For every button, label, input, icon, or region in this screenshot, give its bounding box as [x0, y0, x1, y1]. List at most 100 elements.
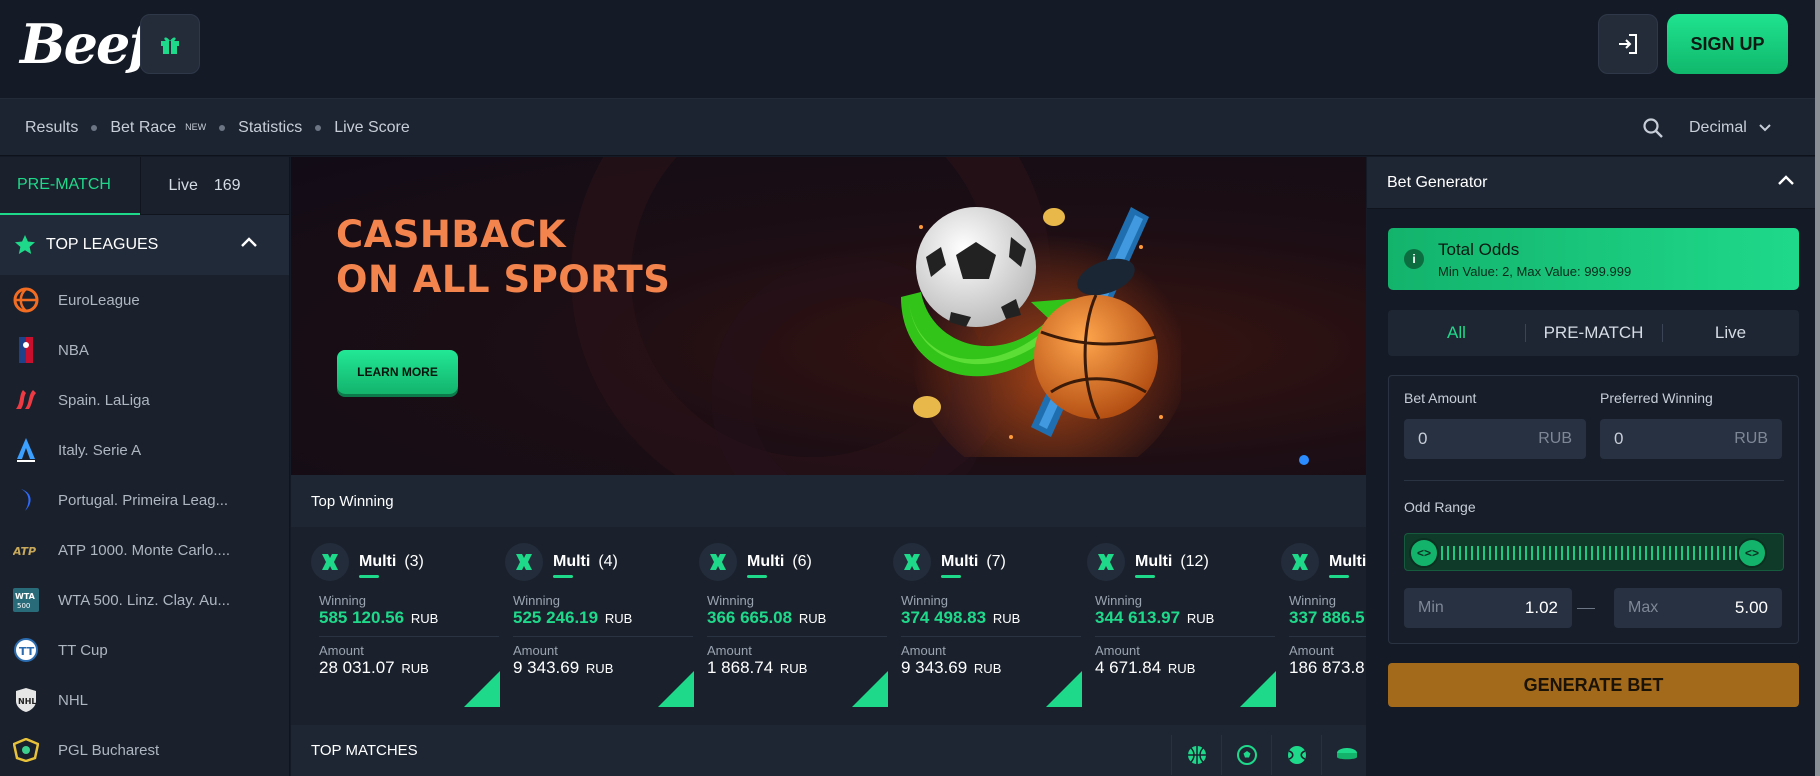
bet-generator-header[interactable]: Bet Generator	[1367, 157, 1820, 209]
chevron-up-icon	[240, 235, 258, 253]
top-leagues-header[interactable]: TOP LEAGUES	[0, 215, 289, 275]
serie-a-icon	[12, 436, 40, 464]
signup-button[interactable]: SIGN UP	[1667, 14, 1788, 74]
sport-filter-icons	[1171, 735, 1366, 775]
league-item[interactable]: Portugal. Primeira Leag...	[0, 475, 289, 525]
search-icon[interactable]	[1642, 117, 1664, 144]
league-name: WTA 500. Linz. Clay. Au...	[58, 591, 231, 609]
learn-more-button[interactable]: LEARN MORE	[337, 350, 458, 394]
winning-value: 344 613.97 RUB	[1095, 608, 1281, 628]
top-winning-cards: Multi (3) Winning 585 120.56 RUB Amount …	[311, 543, 1366, 707]
multi-bet-icon	[893, 543, 931, 581]
league-item[interactable]: Spain. LaLiga	[0, 375, 289, 425]
top-winning-section: Top Winning Multi (3) Winning 585 120.56…	[291, 475, 1366, 725]
winning-card[interactable]: Multi (12) Winning 344 613.97 RUB Amount…	[1087, 543, 1281, 707]
corner-accent	[852, 671, 888, 707]
banner-title: CASHBACK ON ALL SPORTS	[336, 212, 670, 302]
tab-prematch[interactable]: PRE-MATCH	[0, 157, 140, 215]
stake-amount: 9 343.69	[513, 658, 580, 677]
bet-amount-input[interactable]: 0 RUB	[1404, 419, 1586, 459]
winning-value: 337 886.5	[1289, 608, 1366, 628]
basketball-icon[interactable]	[1171, 735, 1221, 775]
corner-accent	[1240, 671, 1276, 707]
winning-amount: 374 498.83	[901, 608, 987, 627]
banner-title-line2: ON ALL SPORTS	[336, 258, 671, 301]
league-item[interactable]: PGL Bucharest	[0, 725, 289, 775]
bet-type: Multi	[747, 553, 785, 578]
slider-handle-min[interactable]: <>	[1409, 538, 1439, 568]
nav-bet-race-label: Bet Race	[110, 119, 177, 136]
bet-count: (12)	[1180, 553, 1209, 570]
tennis-icon[interactable]	[1271, 735, 1321, 775]
league-name: NBA	[58, 341, 89, 359]
banner-title-line1: CASHBACK	[336, 213, 567, 256]
preferred-winning-value: 0	[1614, 429, 1624, 448]
league-name: PGL Bucharest	[58, 741, 160, 759]
league-item[interactable]: ATP ATP 1000. Monte Carlo....	[0, 525, 289, 575]
segment-all[interactable]: All	[1388, 310, 1525, 356]
amount-label: Amount	[513, 643, 558, 658]
bet-type: Multi	[359, 553, 397, 578]
league-item[interactable]: NBA	[0, 325, 289, 375]
promo-banner[interactable]: CASHBACK ON ALL SPORTS LEARN MORE	[291, 157, 1366, 475]
nav-results[interactable]: Results	[25, 119, 78, 137]
segment-live[interactable]: Live	[1662, 310, 1799, 356]
nav-bet-race[interactable]: Bet Race NEW	[110, 119, 206, 137]
winning-value: 374 498.83 RUB	[901, 608, 1087, 628]
odd-range-label: Odd Range	[1404, 499, 1476, 515]
winning-card[interactable]: Multi (3) Winning 585 120.56 RUB Amount …	[311, 543, 505, 707]
sports-balls-illustration	[901, 207, 1181, 457]
preferred-winning-input[interactable]: 0 RUB	[1600, 419, 1782, 459]
segment-prematch[interactable]: PRE-MATCH	[1525, 310, 1662, 356]
live-count: 169	[213, 177, 241, 194]
divider	[513, 636, 693, 637]
soccer-icon[interactable]	[1221, 735, 1271, 775]
tt-cup-icon: TT	[12, 636, 40, 664]
market-filter-segment: All PRE-MATCH Live	[1388, 310, 1799, 356]
top-leagues-title: TOP LEAGUES	[46, 236, 159, 253]
winning-amount: 585 120.56	[319, 608, 405, 627]
league-item[interactable]: WTA 500 WTA 500. Linz. Clay. Au...	[0, 575, 289, 625]
page-scrollbar[interactable]	[1815, 0, 1820, 776]
beef-logo[interactable]: Beef	[20, 12, 152, 76]
winning-card[interactable]: Multi Winning 337 886.5 Amount 186 873.8	[1281, 543, 1366, 707]
currency: RUB	[779, 661, 808, 676]
generate-bet-button[interactable]: GENERATE BET	[1388, 663, 1799, 707]
min-odd-input[interactable]: Min 1.02	[1404, 588, 1572, 628]
max-label: Max	[1628, 599, 1659, 616]
tab-live[interactable]: Live 169	[139, 157, 290, 215]
hockey-icon[interactable]	[1321, 735, 1366, 775]
bet-type: Multi	[941, 553, 979, 578]
svg-text:500: 500	[17, 602, 30, 610]
nav-statistics[interactable]: Statistics	[238, 119, 302, 137]
odd-range-slider[interactable]: <> <>	[1404, 533, 1784, 571]
winning-amount: 337 886.5	[1289, 608, 1365, 627]
divider	[319, 636, 499, 637]
total-odds-notice: i Total Odds Min Value: 2, Max Value: 99…	[1388, 228, 1799, 290]
winning-card[interactable]: Multi (6) Winning 366 665.08 RUB Amount …	[699, 543, 893, 707]
league-name: Italy. Serie A	[58, 441, 142, 459]
league-item[interactable]: EuroLeague	[0, 275, 289, 325]
winning-card[interactable]: Multi (7) Winning 374 498.83 RUB Amount …	[893, 543, 1087, 707]
winning-amount: 344 613.97	[1095, 608, 1181, 627]
league-name: EuroLeague	[58, 291, 140, 309]
new-badge: NEW	[185, 122, 207, 132]
currency: RUB	[410, 611, 439, 626]
league-name: Spain. LaLiga	[58, 391, 150, 409]
odds-format-select[interactable]: Decimal	[1689, 99, 1771, 157]
slider-handle-max[interactable]: <>	[1737, 538, 1767, 568]
league-item[interactable]: TT TT Cup	[0, 625, 289, 675]
winning-card[interactable]: Multi (4) Winning 525 246.19 RUB Amount …	[505, 543, 699, 707]
login-button[interactable]	[1598, 14, 1658, 74]
multi-bet-icon	[699, 543, 737, 581]
gift-button[interactable]	[140, 14, 200, 74]
gift-icon	[161, 37, 179, 54]
winning-label: Winning	[901, 593, 948, 608]
carousel-dot-active[interactable]	[1299, 455, 1309, 465]
nba-icon	[12, 336, 40, 364]
nav-live-score[interactable]: Live Score	[334, 119, 410, 137]
nav-separator	[91, 125, 98, 131]
league-item[interactable]: NHL NHL	[0, 675, 289, 725]
max-odd-input[interactable]: Max 5.00	[1614, 588, 1782, 628]
league-item[interactable]: Italy. Serie A	[0, 425, 289, 475]
